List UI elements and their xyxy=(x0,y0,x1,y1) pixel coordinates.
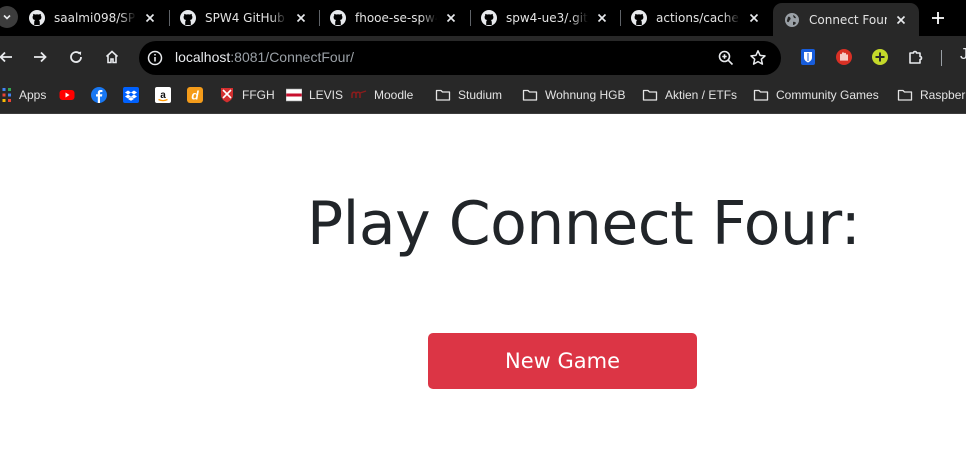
tab-spw4-ue3[interactable]: spw4-ue3/.github xyxy=(470,0,620,36)
moodle-icon xyxy=(351,90,367,98)
globe-icon xyxy=(785,12,799,27)
bookmarks-bar: Apps a d FFGH LEVIS Moodle Studium Wohnu… xyxy=(0,78,966,114)
tab-strip: saalmi098/SPW4 SPW4 GitHub Actions fhooe… xyxy=(0,0,966,36)
profile-button[interactable]: J xyxy=(960,46,966,64)
bookmark-label: Wohnung HGB xyxy=(545,88,626,102)
new-game-button[interactable]: New Game xyxy=(428,333,697,389)
plus-icon xyxy=(932,12,944,24)
tab-title: spw4-ue3/.github xyxy=(506,11,588,25)
ffgh-shield-icon xyxy=(221,88,233,103)
zoom-icon[interactable] xyxy=(717,49,735,67)
chevron-down-icon xyxy=(3,14,11,20)
bookmark-d-app[interactable]: d xyxy=(187,78,203,112)
folder-icon xyxy=(435,89,451,101)
bookmark-label: Apps xyxy=(19,88,47,102)
bookmark-label: Studium xyxy=(458,88,503,102)
reload-icon xyxy=(70,51,82,63)
bookmark-apps[interactable]: Apps xyxy=(0,78,46,112)
tab-title: actions/cache: Cache xyxy=(656,11,740,25)
tab-fhooe-se-spw4[interactable]: fhooe-se-spw4 xyxy=(319,0,469,36)
url-text[interactable]: localhost:8081/ConnectFour/ xyxy=(175,49,354,65)
new-tab-button[interactable] xyxy=(926,6,950,30)
close-icon[interactable] xyxy=(746,10,762,26)
bookmark-label: Moodle xyxy=(374,88,414,102)
bookmark-folder-community-games[interactable]: Community Games xyxy=(753,78,879,112)
bookmark-amazon[interactable]: a xyxy=(155,78,171,112)
plus-extension-icon[interactable] xyxy=(871,48,889,66)
url-host: localhost xyxy=(175,49,231,65)
bookmark-star-icon[interactable] xyxy=(749,49,767,67)
bookmark-youtube[interactable] xyxy=(59,78,75,112)
tab-title: Connect Four xyxy=(809,12,887,27)
close-icon[interactable] xyxy=(443,10,459,26)
tab-title: fhooe-se-spw4 xyxy=(355,11,437,25)
svg-text:a: a xyxy=(160,90,166,101)
dropbox-icon xyxy=(123,87,139,103)
close-icon[interactable] xyxy=(893,12,909,28)
back-button[interactable] xyxy=(0,45,18,69)
bookmark-folder-raspberry[interactable]: Raspberry xyxy=(897,78,966,112)
bookmark-ffgh[interactable]: FFGH xyxy=(219,78,275,112)
github-icon xyxy=(330,10,346,26)
bookmark-folder-aktien-etfs[interactable]: Aktien / ETFs xyxy=(642,78,737,112)
bookmark-label: Aktien / ETFs xyxy=(665,88,738,102)
reload-button[interactable] xyxy=(64,45,88,69)
forward-button[interactable] xyxy=(28,45,52,69)
tab-title: SPW4 GitHub Actions xyxy=(205,11,287,25)
bookmark-folder-studium[interactable]: Studium xyxy=(435,78,502,112)
home-button[interactable] xyxy=(100,45,124,69)
tab-title: saalmi098/SPW4 xyxy=(54,11,136,25)
bookmark-moodle[interactable]: Moodle xyxy=(351,78,413,112)
d-app-icon: d xyxy=(187,87,203,103)
tab-connect-four[interactable]: Connect Four xyxy=(773,3,919,36)
browser-toolbar: localhost:8081/ConnectFour/ J xyxy=(0,36,966,78)
bookmark-dropbox[interactable] xyxy=(123,78,139,112)
extensions-puzzle-icon[interactable] xyxy=(907,48,925,66)
home-icon xyxy=(105,50,119,64)
close-icon[interactable] xyxy=(142,10,158,26)
apps-grid-icon xyxy=(2,88,11,102)
amazon-icon: a xyxy=(155,87,171,103)
bookmark-folder-wohnung-hgb[interactable]: Wohnung HGB xyxy=(522,78,626,112)
bookmark-label: Community Games xyxy=(776,88,879,102)
folder-icon xyxy=(753,89,769,101)
github-icon xyxy=(29,10,45,26)
page-title: Play Connect Four: xyxy=(307,189,861,259)
folder-icon xyxy=(897,89,913,101)
arrow-left-icon xyxy=(0,51,12,63)
levis-flag-icon xyxy=(286,88,302,102)
tab-spw4-github[interactable]: SPW4 GitHub Actions xyxy=(169,0,319,36)
bookmark-facebook[interactable] xyxy=(91,78,107,112)
info-icon[interactable] xyxy=(147,50,163,66)
bookmark-label: FFGH xyxy=(242,88,275,102)
github-icon xyxy=(631,10,647,26)
close-icon[interactable] xyxy=(293,10,309,26)
address-bar[interactable]: localhost:8081/ConnectFour/ xyxy=(139,41,781,75)
folder-icon xyxy=(522,89,538,101)
youtube-icon xyxy=(59,90,75,100)
svg-text:d: d xyxy=(191,89,199,103)
arrow-right-icon xyxy=(34,51,47,63)
bookmark-levis[interactable]: LEVIS xyxy=(286,78,343,112)
url-path: :8081/ConnectFour/ xyxy=(230,49,355,65)
bookmark-label: LEVIS xyxy=(309,88,344,102)
hand-stop-extension-icon[interactable] xyxy=(835,48,853,66)
tab-search-button[interactable] xyxy=(0,6,18,28)
folder-icon xyxy=(642,89,658,101)
bitwarden-extension-icon[interactable] xyxy=(799,48,817,66)
tab-saalmi098[interactable]: saalmi098/SPW4 xyxy=(18,0,168,36)
github-icon xyxy=(180,10,196,26)
github-icon xyxy=(481,10,497,26)
toolbar-divider xyxy=(941,50,942,66)
close-icon[interactable] xyxy=(594,10,610,26)
bookmark-label: Raspberry xyxy=(920,88,966,102)
tab-actions-cache[interactable]: actions/cache: Cache xyxy=(620,0,772,36)
facebook-icon xyxy=(91,87,107,103)
